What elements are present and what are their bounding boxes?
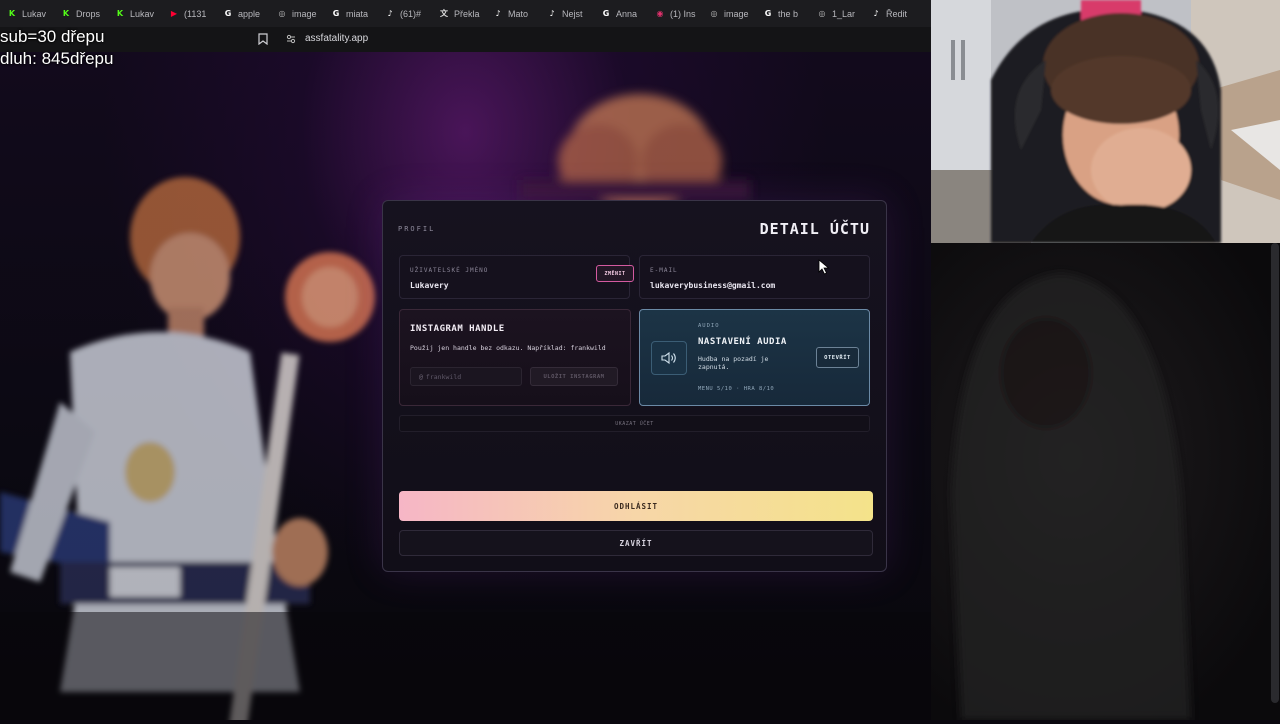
modal-title: DETAIL ÚČTU [759,220,870,238]
username-card: UŽIVATELSKÉ JMÉNO Lukavery ZMĚNIT [399,255,634,299]
audio-settings-card[interactable]: AUDIO NASTAVENÍ AUDIA Hudba na pozadí je… [639,309,870,406]
browser-tab[interactable]: Gthe b [756,0,810,27]
modal-eyebrow: PROFIL [398,225,436,233]
globe-icon: ◎ [818,9,826,18]
email-value: lukaverybusiness@gmail.com [650,281,776,290]
browser-tab-label: Mato [508,8,529,19]
browser-tab[interactable]: Gmiata [324,0,378,27]
instagram-placeholder: frankwild [425,372,462,381]
browser-tab[interactable]: Gapple [216,0,270,27]
instagram-handle-input[interactable]: @ frankwild [410,367,522,386]
url-text[interactable]: assfatality.app [305,33,368,44]
audio-levels: MENU 5/10 · HRA 8/10 [698,386,775,392]
browser-tab-label: Nejst [562,8,583,19]
browser-tab[interactable]: K Lukav [108,0,162,27]
speaker-icon-box [651,341,687,375]
tiktok-icon: ♪ [387,9,393,18]
browser-tab[interactable]: ♪ (61)# [378,0,432,27]
bookmark-icon[interactable] [258,33,268,45]
webcam-feed [931,0,1280,243]
webcam-image [931,0,1280,243]
browser-tab-strip: K Lukav K Drops K Lukav ▶ (1131 Gapple ◎ image Gmia… [0,0,931,27]
translate-icon: 文 [440,9,448,18]
browser-tab-label: Ředit [886,8,908,19]
audio-eyebrow: AUDIO [698,323,720,329]
page-scrollbar[interactable] [1271,243,1279,703]
browser-tab[interactable]: K Drops [54,0,108,27]
show-account-button[interactable]: UKAZAT ÚČET [399,415,870,432]
audio-description: Hudba na pozadí je zapnutá. [698,355,769,371]
globe-icon: ◎ [710,9,718,18]
address-bar[interactable]: assfatality.app [0,27,931,53]
browser-tab-label: Překla [454,8,480,19]
instagram-hint: Použij jen handle bez odkazu. Například:… [410,344,606,352]
google-icon: G [602,9,610,18]
browser-tab[interactable]: G Anna [594,0,648,27]
browser-tab[interactable]: ◎ image [702,0,756,27]
instagram-card: INSTAGRAM HANDLE Použij jen handle bez o… [399,309,631,406]
tiktok-icon: ♪ [495,9,501,18]
overlay-sub-line: sub=30 dřepu [0,27,105,46]
username-label: UŽIVATELSKÉ JMÉNO [410,267,489,274]
globe-icon: ◎ [278,9,286,18]
browser-tab[interactable]: ♪ Mato [486,0,540,27]
email-label: E-MAIL [650,267,678,274]
youtube-icon: ▶ [170,9,178,18]
browser-tab-label: Lukav [22,8,47,19]
browser-tab-label: 1_Lar [832,8,856,19]
overlay-debt-line: dluh: 845dřepu [0,49,114,68]
browser-tab-label: (1131 [184,8,207,19]
stream-overlay: sub=30 dřepu dluh: 845dřepu [0,26,113,70]
k-green-icon: K [8,9,16,18]
google-icon: G [764,9,772,18]
browser-tab-label: Drops [76,8,101,19]
instagram-title: INSTAGRAM HANDLE [410,324,505,334]
browser-tab-label: (61)# [400,8,422,19]
browser-tab-label: image [292,8,317,19]
k-green-icon: K [116,9,124,18]
mouse-cursor-icon [818,259,830,275]
browser-tab[interactable]: ◎ image [270,0,324,27]
right-background [931,243,1280,720]
save-instagram-button[interactable]: ULOŽIT INSTAGRAM [530,367,618,386]
open-audio-button[interactable]: OTEVŘÍT [816,347,859,368]
account-detail-modal: PROFIL DETAIL ÚČTU UŽIVATELSKÉ JMÉNO Luk… [382,200,887,572]
email-card: E-MAIL lukaverybusiness@gmail.com [639,255,870,299]
change-username-button[interactable]: ZMĚNIT [596,265,634,282]
tiktok-icon: ♪ [549,9,555,18]
browser-tab[interactable]: ◉ (1) Ins [648,0,702,27]
logout-button[interactable]: ODHLÁSIT [399,491,873,521]
browser-tab[interactable]: ♪ Ředit [864,0,918,27]
site-info-icon[interactable] [286,34,296,44]
google-icon: G [332,9,340,18]
speaker-icon [661,351,676,365]
browser-tab[interactable]: 文 Překla [432,0,486,27]
browser-tab[interactable]: ♪ Nejst [540,0,594,27]
browser-tab-label: miata [346,8,369,19]
hooded-figure [951,273,1191,720]
browser-tab-label: image [724,8,749,19]
browser-tab-label: Lukav [130,8,155,19]
tiktok-icon: ♪ [873,9,879,18]
close-button[interactable]: ZAVŘÍT [399,530,873,556]
audio-title: NASTAVENÍ AUDIA [698,337,787,347]
browser-tab-label: apple [238,8,261,19]
browser-tab-label: (1) Ins [670,8,696,19]
k-green-icon: K [62,9,70,18]
google-icon: G [224,9,232,18]
browser-tab-label: Anna [616,8,638,19]
username-value: Lukavery [410,281,449,290]
browser-tab[interactable]: ▶ (1131 [162,0,216,27]
instagram-icon: ◉ [656,9,664,18]
browser-tab-label: the b [778,8,799,19]
browser-tab[interactable]: K Lukav [0,0,54,27]
at-prefix: @ [419,372,423,381]
browser-tab[interactable]: ◎ 1_Lar [810,0,864,27]
